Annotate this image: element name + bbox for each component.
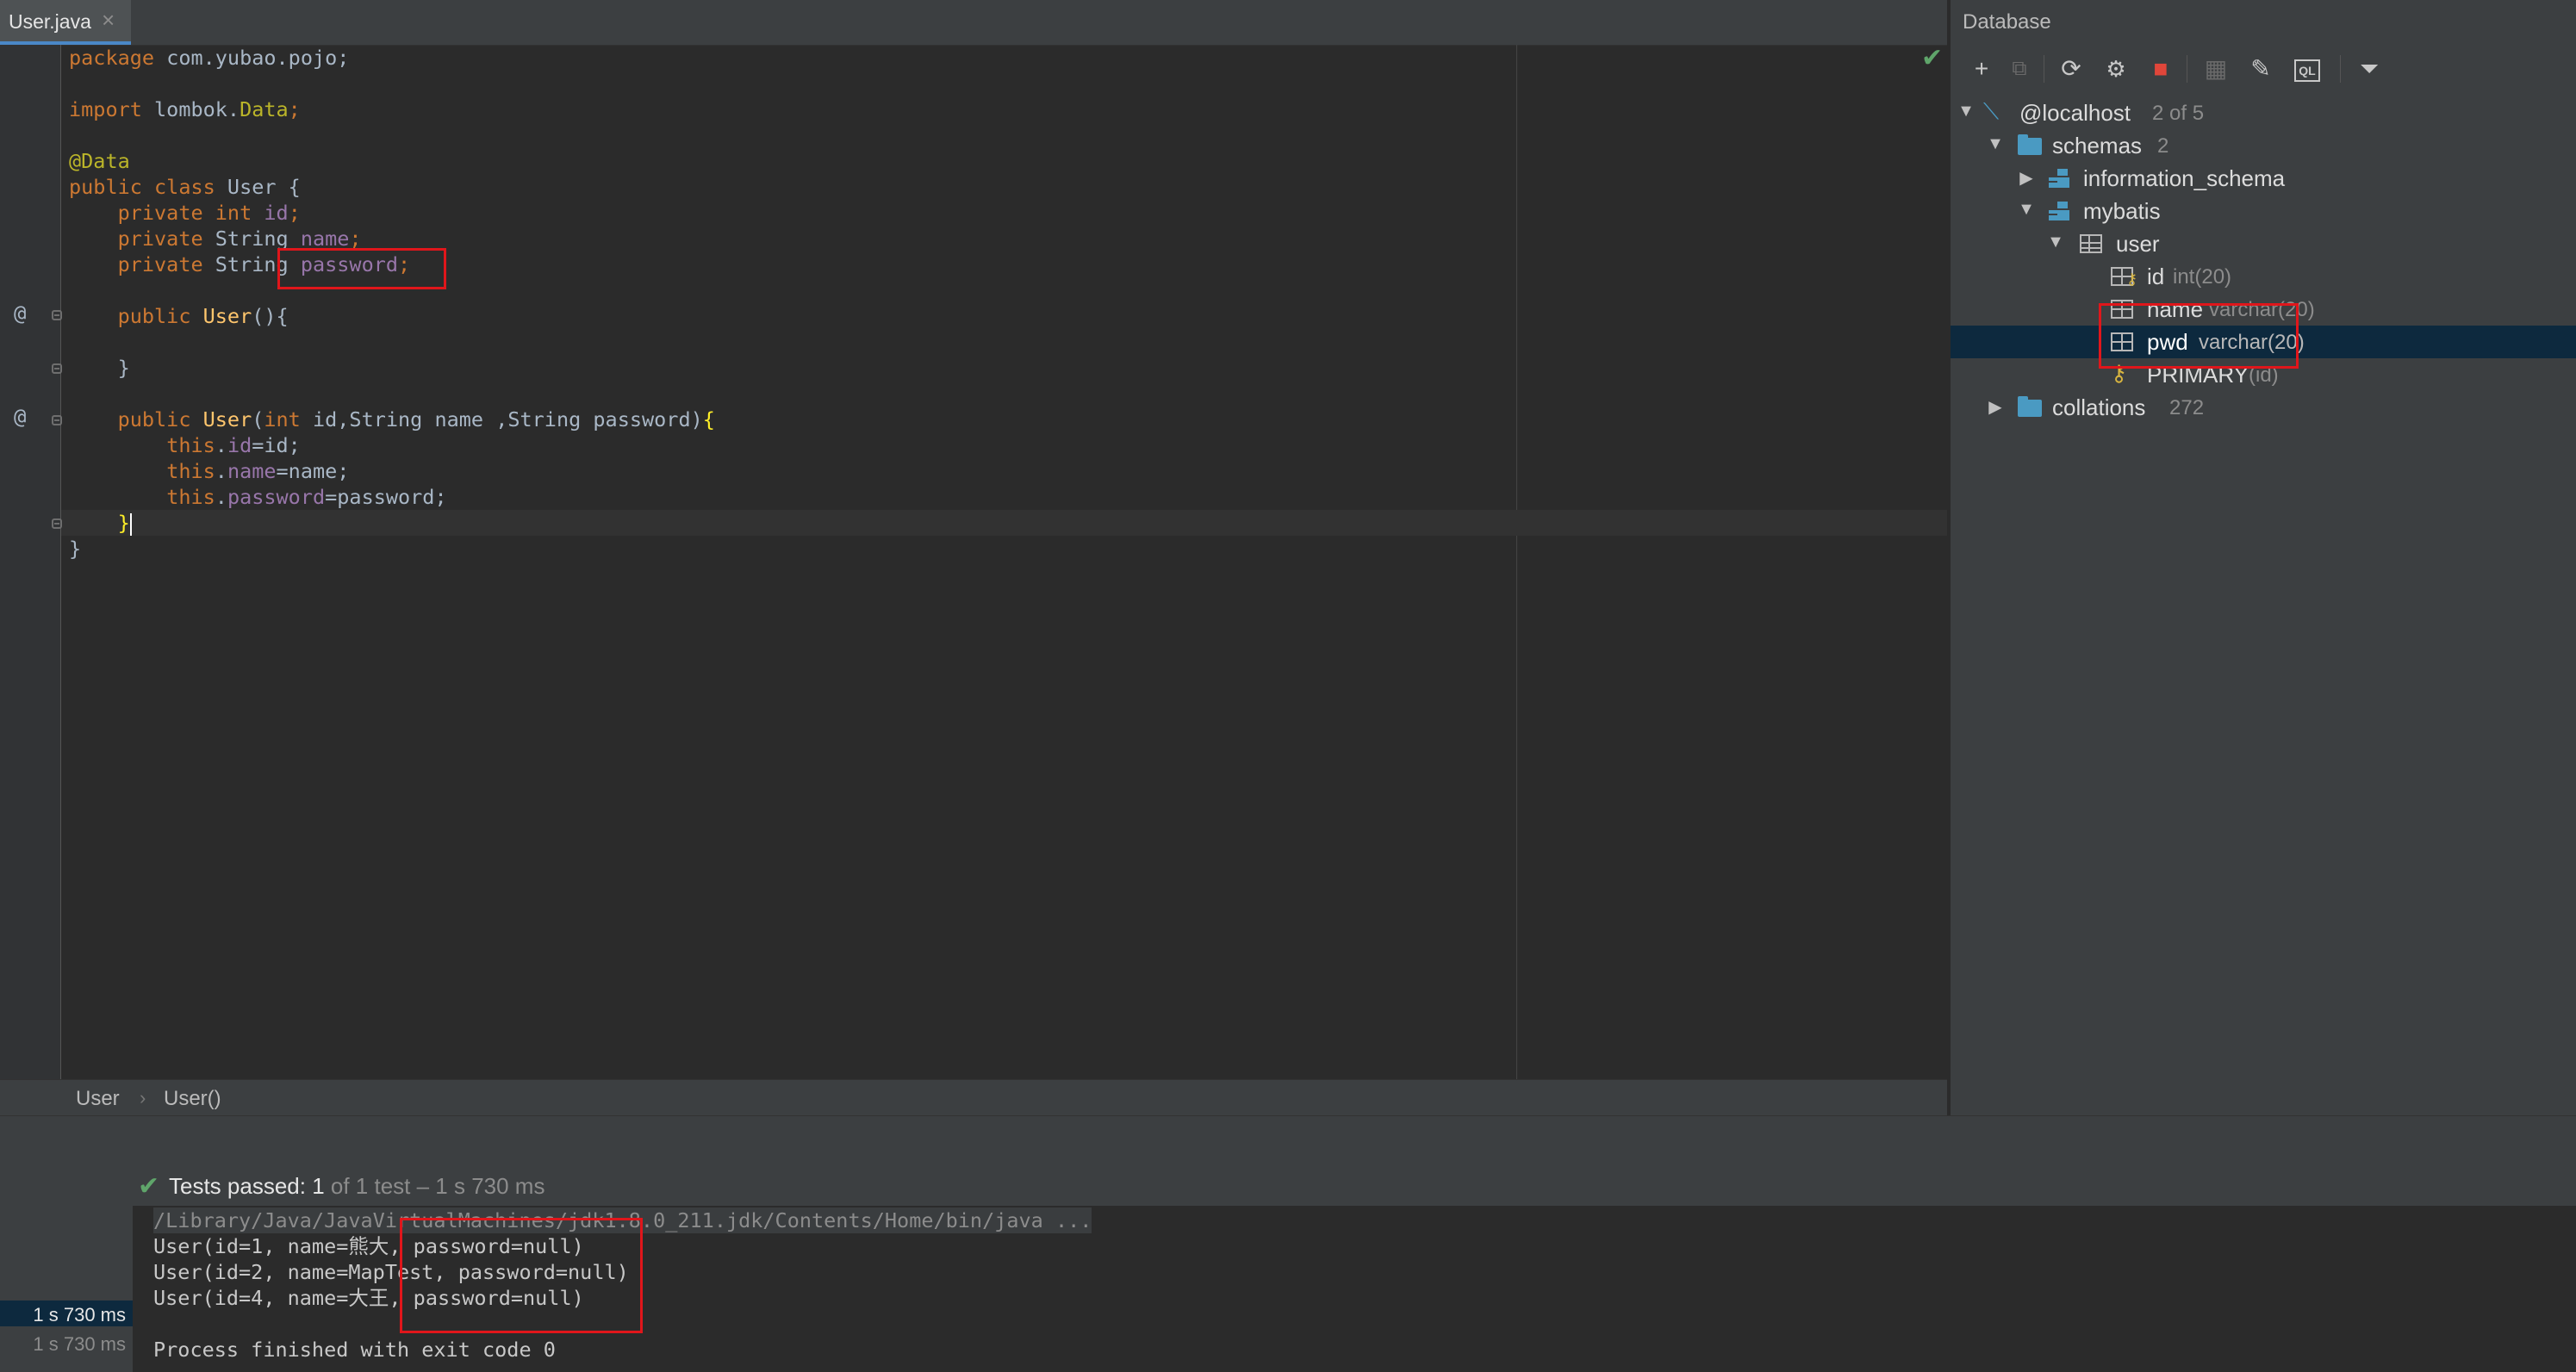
code-line: import lombok.Data;: [69, 97, 301, 121]
collapse-arrow-icon[interactable]: ▶: [2016, 167, 2037, 189]
code-line-current[interactable]: }: [69, 510, 132, 536]
code-line: this.name=name;: [166, 459, 350, 483]
code-line: }: [117, 356, 130, 380]
test-duration[interactable]: 1 s 730 ms: [0, 1304, 126, 1326]
database-toolbar: + ⧉ ⟳ ⚙ ■ ▦ ✎ QL ⏷: [1951, 43, 2576, 95]
tests-passed-check-icon: ✔: [138, 1172, 160, 1201]
database-panel: Database + ⧉ ⟳ ⚙ ■ ▦ ✎ QL ⏷ ▼ ⟍ @localho…: [1949, 0, 2576, 1115]
code-line: private int id;: [117, 201, 301, 225]
highlight-box-name-pwd-columns: [2099, 303, 2299, 369]
code-line: public User(){: [117, 304, 289, 328]
collapse-arrow-icon[interactable]: ▶: [1985, 396, 2006, 418]
tree-node-schemas[interactable]: ▼ schemas 2: [1951, 129, 2576, 162]
breadcrumb-item-user-constructor[interactable]: User(): [164, 1087, 221, 1111]
run-header: ✔ Tests passed: 1 of 1 test – 1 s 730 ms: [0, 1116, 2576, 1206]
current-line-highlight: [61, 510, 1947, 536]
test-results-tree[interactable]: 1 s 730 ms 1 s 730 ms: [0, 1206, 134, 1372]
sync-schema-icon[interactable]: ⚙: [2097, 50, 2135, 88]
code-editor[interactable]: User.java × ✔ @ @ package com.yubao.pojo…: [0, 0, 1947, 1079]
editor-tab-user-java[interactable]: User.java ×: [0, 0, 131, 45]
tree-node-information-schema[interactable]: ▶ information_schema: [1951, 162, 2576, 195]
tree-node-user-table[interactable]: ▼ user: [1951, 227, 2576, 260]
key-icon: ⚷: [2126, 270, 2138, 288]
tree-node-collations[interactable]: ▶ collations 272: [1951, 391, 2576, 424]
folder-icon: [2018, 396, 2042, 417]
code-line: public User(int id,String name ,String p…: [117, 407, 715, 431]
text-caret: [129, 512, 132, 536]
tree-node-label: user: [2116, 231, 2160, 257]
run-panel: ✔ Tests passed: 1 of 1 test – 1 s 730 ms…: [0, 1115, 2576, 1372]
code-line: public class User {: [69, 175, 301, 199]
expand-arrow-icon[interactable]: ▼: [1956, 102, 1976, 121]
test-duration[interactable]: 1 s 730 ms: [0, 1333, 126, 1356]
tree-node-label: @localhost: [2019, 100, 2131, 126]
editor-gutter[interactable]: [0, 45, 61, 1079]
breadcrumb-separator: ›: [140, 1087, 146, 1108]
tree-node-label: information_schema: [2083, 165, 2286, 191]
table-view-icon[interactable]: ▦: [2197, 50, 2235, 88]
fold-icon[interactable]: [52, 363, 62, 374]
tree-node-column-id[interactable]: ⚷ id int(20): [1951, 260, 2576, 293]
breadcrumb-item-user[interactable]: User: [76, 1087, 120, 1111]
database-panel-title: Database: [1963, 10, 2051, 34]
code-line: }: [69, 537, 82, 561]
right-margin-guide: [1516, 45, 1517, 1079]
schema-icon: [2049, 202, 2069, 220]
fold-icon[interactable]: [52, 310, 62, 320]
tree-node-meta: 272: [2169, 396, 2205, 419]
highlight-box-password-field: [277, 248, 446, 289]
code-line: this.password=password;: [166, 485, 447, 509]
filter-icon[interactable]: ⏷: [2350, 50, 2388, 88]
highlight-box-password-null: [400, 1218, 643, 1333]
schema-icon: [2049, 169, 2069, 188]
tree-node-meta: 2: [2157, 134, 2169, 158]
toolbar-separator: [2340, 55, 2341, 83]
folder-icon: [2018, 134, 2042, 155]
tree-node-label: schemas: [2052, 133, 2143, 158]
fold-icon[interactable]: [52, 415, 62, 425]
sql-console-icon[interactable]: QL: [2294, 59, 2320, 82]
table-icon: [2080, 234, 2102, 253]
tree-node-meta: int(20): [2173, 265, 2232, 289]
console-output-line: Process finished with exit code 0: [153, 1338, 556, 1362]
tab-label: User.java: [9, 10, 91, 33]
tree-node-label: mybatis: [2083, 198, 2161, 224]
close-icon[interactable]: ×: [102, 7, 115, 34]
implemented-marker-icon[interactable]: @: [14, 301, 26, 326]
refresh-icon[interactable]: ⟳: [2052, 50, 2090, 88]
expand-arrow-icon[interactable]: ▼: [2016, 200, 2037, 220]
checkmark-icon: ✔: [1921, 44, 1944, 72]
editor-tab-bar: User.java ×: [0, 0, 1947, 46]
add-icon[interactable]: +: [1963, 50, 2000, 88]
expand-arrow-icon[interactable]: ▼: [1985, 134, 2006, 154]
tree-node-label: id: [2147, 264, 2165, 289]
breadcrumb: User › User(): [0, 1079, 1947, 1116]
tree-node-label: collations: [2052, 394, 2146, 420]
fold-icon[interactable]: [52, 518, 62, 529]
edit-icon[interactable]: ✎: [2242, 50, 2280, 88]
tree-node-mybatis[interactable]: ▼ mybatis: [1951, 195, 2576, 227]
datasource-icon: ⟍: [1983, 98, 2000, 124]
tree-node-meta: 2 of 5: [2152, 102, 2205, 125]
code-line: this.id=id;: [166, 433, 301, 457]
implemented-marker-icon[interactable]: @: [14, 405, 26, 429]
tree-node-localhost[interactable]: ▼ ⟍ @localhost 2 of 5: [1951, 96, 2576, 129]
code-line: @Data: [69, 149, 130, 173]
stop-icon[interactable]: ■: [2142, 50, 2180, 88]
copy-icon[interactable]: ⧉: [2000, 50, 2038, 88]
expand-arrow-icon[interactable]: ▼: [2045, 233, 2066, 252]
code-line: package com.yubao.pojo;: [69, 46, 350, 70]
tests-status: Tests passed: 1 of 1 test – 1 s 730 ms: [169, 1173, 545, 1199]
